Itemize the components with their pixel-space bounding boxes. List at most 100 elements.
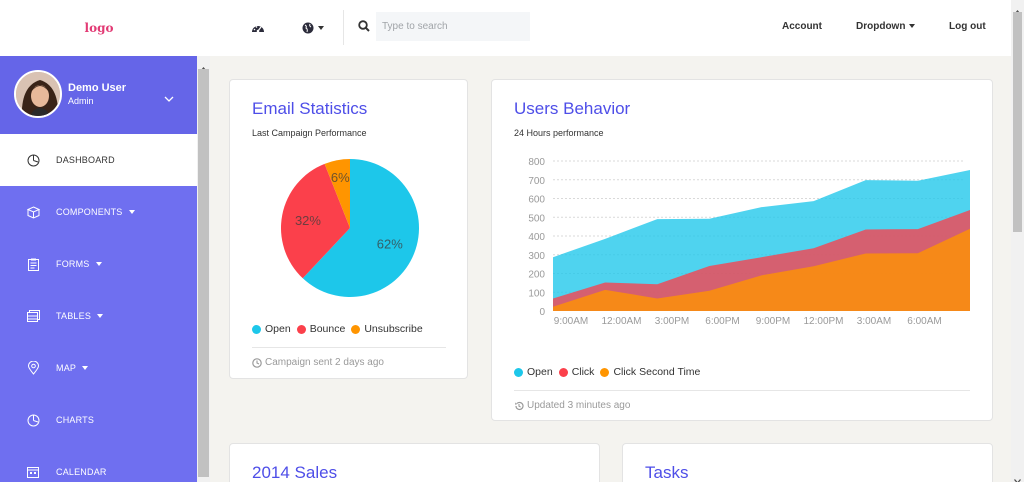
legend-label: Click: [571, 366, 595, 378]
x-tick-label: 9:00PM: [756, 316, 790, 327]
x-tick-label: 6:00PM: [705, 316, 739, 327]
footer-text: Campaign sent 2 days ago: [265, 357, 384, 368]
legend-label: Bounce: [309, 323, 346, 335]
pie-data-label: 32%: [295, 213, 321, 228]
scrollbar-thumb[interactable]: [198, 69, 209, 477]
chevron-down-icon: [97, 314, 104, 318]
sales-card: 2014 Sales: [229, 443, 600, 482]
card-title: Users Behavior: [514, 99, 631, 118]
legend-item: Unsubscribe: [351, 323, 423, 335]
legend-label: Open: [265, 323, 291, 335]
y-tick-label: 600: [528, 195, 545, 206]
y-tick-label: 800: [528, 157, 545, 168]
map-pin-icon: [26, 361, 40, 375]
search-box[interactable]: [376, 12, 530, 41]
sidebar-item-tables[interactable]: TABLES: [0, 290, 197, 342]
y-tick-label: 700: [528, 176, 545, 187]
sidebar: Demo User Admin DASHBOARD COMPONENTS FOR…: [0, 56, 197, 482]
chart-legend: Open Bounce Unsubscribe: [252, 323, 429, 335]
card-footer: Updated 3 minutes ago: [514, 400, 630, 411]
dashboard-nav-icon[interactable]: [247, 18, 269, 38]
card-footer: Campaign sent 2 days ago: [252, 357, 384, 368]
sidebar-item-label: DASHBOARD: [56, 155, 115, 165]
legend-item: Bounce: [296, 323, 346, 335]
sidebar-item-label: COMPONENTS: [56, 207, 123, 217]
avatar: [14, 70, 62, 118]
clock-icon: [252, 357, 262, 368]
x-tick-label: 12:00PM: [803, 316, 843, 327]
card-subtitle: Last Campaign Performance: [252, 128, 367, 138]
chevron-down-icon: [909, 24, 916, 29]
chevron-down-icon[interactable]: [164, 89, 174, 107]
sidebar-item-map[interactable]: MAP: [0, 342, 197, 394]
search-icon[interactable]: [358, 19, 370, 37]
main-scrollbar[interactable]: [1011, 0, 1024, 482]
legend-label: Unsubscribe: [364, 323, 423, 335]
account-link[interactable]: Account: [782, 21, 822, 32]
y-tick-label: 200: [528, 270, 545, 281]
sidebar-item-label: FORMS: [56, 259, 90, 269]
table-icon: [26, 309, 40, 323]
card-subtitle: 24 Hours performance: [514, 128, 604, 138]
scrollbar-thumb[interactable]: [1013, 12, 1022, 232]
legend-item: Click: [558, 366, 595, 378]
sidebar-item-charts[interactable]: CHARTS: [0, 394, 197, 446]
users-area-chart: 800 700 600 500 400 300 200 100 0 9:00AM 12:00AM 3:…: [528, 157, 970, 327]
y-tick-label: 500: [528, 213, 545, 224]
y-tick-label: 0: [539, 307, 545, 318]
y-tick-label: 400: [528, 232, 545, 243]
legend-item: Click Second Time: [600, 366, 700, 378]
sidebar-item-label: MAP: [56, 363, 77, 373]
tasks-card: Tasks: [622, 443, 993, 482]
pie-chart-icon: [26, 413, 40, 427]
logo[interactable]: logo: [85, 21, 114, 35]
sidebar-item-calendar[interactable]: CALENDAR: [0, 446, 197, 482]
cube-icon: [26, 205, 40, 219]
user-panel[interactable]: Demo User Admin: [0, 56, 197, 134]
user-name: Demo User: [68, 82, 127, 94]
email-pie-chart: 62% 32% 6%: [281, 159, 419, 297]
chevron-down-icon: [82, 366, 89, 370]
globe-dropdown-icon[interactable]: [300, 18, 326, 38]
dropdown-menu[interactable]: Dropdown: [856, 21, 916, 32]
search-input[interactable]: [382, 21, 522, 32]
scroll-down-icon[interactable]: [1014, 471, 1021, 482]
pie-data-label: 62%: [377, 237, 403, 252]
chevron-down-icon: [95, 262, 102, 266]
sidebar-scrollbar[interactable]: [197, 56, 210, 482]
logo-area[interactable]: logo: [0, 0, 210, 56]
dropdown-label: Dropdown: [856, 21, 906, 32]
sidebar-item-components[interactable]: COMPONENTS: [0, 186, 197, 238]
users-behavior-card: Users Behavior 24 Hours performance 800 7…: [491, 79, 993, 421]
nav-divider: [343, 10, 344, 45]
legend-item: Open: [252, 323, 291, 335]
sidebar-item-label: CALENDAR: [56, 467, 107, 477]
user-role: Admin: [68, 96, 94, 106]
top-navbar: logo Account Dropdown Log out: [0, 0, 1011, 56]
card-divider: [514, 390, 970, 391]
legend-item: Open: [514, 366, 553, 378]
card-title: Email Statistics: [252, 99, 368, 118]
logout-link[interactable]: Log out: [949, 21, 986, 32]
sidebar-item-label: TABLES: [56, 311, 92, 321]
chart-legend: Open Click Click Second Time: [514, 366, 706, 378]
sidebar-item-dashboard[interactable]: DASHBOARD: [0, 134, 197, 186]
x-tick-label: 3:00PM: [655, 316, 689, 327]
card-title: Tasks: [645, 463, 689, 482]
legend-label: Open: [527, 366, 553, 378]
dashboard-icon: [26, 153, 40, 167]
chevron-down-icon: [128, 210, 135, 214]
x-tick-label: 12:00AM: [601, 316, 641, 327]
history-icon: [515, 401, 524, 410]
email-statistics-card: Email Statistics Last Campaign Performan…: [229, 79, 468, 379]
legend-label: Click Second Time: [613, 366, 701, 378]
pie-data-label: 6%: [331, 170, 350, 185]
x-tick-label: 9:00AM: [554, 316, 588, 327]
footer-text: Updated 3 minutes ago: [527, 400, 631, 411]
sidebar-item-label: CHARTS: [56, 415, 95, 425]
y-tick-label: 300: [528, 251, 545, 262]
clipboard-icon: [26, 257, 40, 271]
sidebar-item-forms[interactable]: FORMS: [0, 238, 197, 290]
card-title: 2014 Sales: [252, 463, 338, 482]
calendar-icon: [26, 465, 40, 479]
